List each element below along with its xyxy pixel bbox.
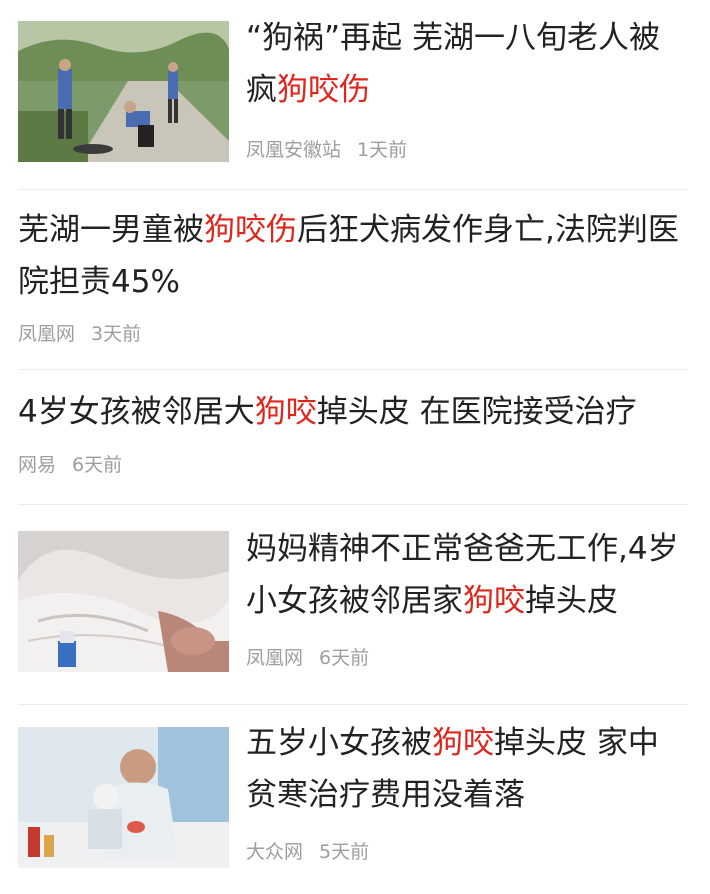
news-meta: 凤凰安徽站 1天前 (246, 139, 423, 161)
news-meta: 网易 6天前 (18, 454, 138, 476)
news-headline[interactable]: 五岁小女孩被狗咬掉头皮 家中贫寒治疗费用没着落 (246, 717, 686, 821)
news-source: 凤凰网 (18, 323, 76, 345)
news-item[interactable]: 五岁小女孩被狗咬掉头皮 家中贫寒治疗费用没着落 大众网 5天前 (0, 705, 710, 893)
news-headline[interactable]: 4岁女孩被邻居大狗咬掉头皮 在医院接受治疗 (18, 386, 698, 438)
news-meta: 凤凰网 6天前 (246, 647, 385, 669)
keyword-highlight: 狗咬 (432, 725, 494, 761)
news-item[interactable]: 4岁女孩被邻居大狗咬掉头皮 在医院接受治疗 网易 6天前 (0, 370, 710, 505)
news-meta: 凤凰网 3天前 (18, 323, 157, 345)
news-thumbnail[interactable] (18, 531, 229, 672)
news-thumbnail[interactable] (18, 727, 229, 868)
news-time: 1天前 (357, 139, 408, 161)
news-time: 6天前 (72, 454, 123, 476)
news-item[interactable]: “狗祸”再起 芜湖一八旬老人被疯狗咬伤 凤凰安徽站 1天前 (0, 0, 710, 190)
news-headline[interactable]: 妈妈精神不正常爸爸无工作,4岁小女孩被邻居家狗咬掉头皮 (246, 523, 686, 627)
keyword-highlight: 狗咬伤 (277, 72, 370, 108)
news-item[interactable]: 芜湖一男童被狗咬伤后狂犬病发作身亡,法院判医院担责45% 凤凰网 3天前 (0, 190, 710, 370)
news-time: 3天前 (91, 323, 142, 345)
news-time: 5天前 (319, 841, 370, 863)
news-headline[interactable]: “狗祸”再起 芜湖一八旬老人被疯狗咬伤 (246, 12, 686, 116)
keyword-highlight: 狗咬 (254, 394, 317, 430)
news-item[interactable]: 妈妈精神不正常爸爸无工作,4岁小女孩被邻居家狗咬掉头皮 凤凰网 6天前 (0, 505, 710, 705)
news-source: 大众网 (246, 841, 304, 863)
news-headline[interactable]: 芜湖一男童被狗咬伤后狂犬病发作身亡,法院判医院担责45% (18, 204, 698, 308)
keyword-highlight: 狗咬 (463, 583, 525, 619)
news-meta: 大众网 5天前 (246, 841, 385, 863)
news-thumbnail[interactable] (18, 21, 229, 162)
news-time: 6天前 (319, 647, 370, 669)
news-source: 网易 (18, 454, 57, 476)
news-source: 凤凰网 (246, 647, 304, 669)
news-feed: “狗祸”再起 芜湖一八旬老人被疯狗咬伤 凤凰安徽站 1天前 芜湖一男童被狗咬伤后狂… (0, 0, 710, 894)
news-source: 凤凰安徽站 (246, 139, 342, 161)
keyword-highlight: 狗咬伤 (204, 212, 297, 248)
